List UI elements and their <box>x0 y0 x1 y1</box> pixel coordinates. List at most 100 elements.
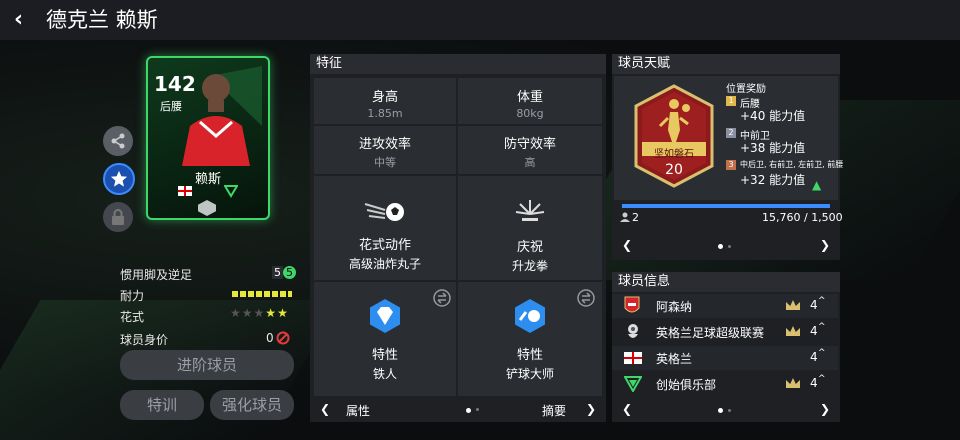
star-icon: ★ <box>277 306 289 320</box>
crown-icon <box>786 378 800 388</box>
weight-value: 80kg <box>516 107 544 120</box>
back-arrow-icon[interactable]: ‹ <box>14 8 34 32</box>
list-item[interactable]: 英格兰 4 ^ <box>612 346 838 370</box>
weak-foot-label: 惯用脚及逆足 <box>120 268 193 282</box>
traits-next-arrow[interactable]: ❯ <box>586 402 596 416</box>
talent-progress-track <box>622 204 830 208</box>
page-dot <box>718 244 723 249</box>
list-item[interactable]: 阿森纳 4 ^ <box>612 294 838 318</box>
talent-next-arrow[interactable]: ❯ <box>820 238 830 252</box>
trait-2-cell[interactable]: 特性 铲球大师 <box>458 282 602 396</box>
talent-badge-level: 20 <box>665 162 683 178</box>
lock-icon[interactable] <box>103 202 133 232</box>
info-prev-arrow[interactable]: ❮ <box>622 402 632 416</box>
trait-1-cell[interactable]: 特性 铁人 <box>314 282 456 396</box>
skill-move-label: 花式动作 <box>358 238 411 253</box>
talent-progress-text: 15,760 / 1,500 <box>762 211 843 224</box>
height-label: 身高 <box>371 90 398 105</box>
star-icon: ★ <box>230 306 242 320</box>
talent-badge-name: 坚如磐石 <box>654 149 694 160</box>
strengthen-player-button[interactable]: 强化球员 <box>210 390 294 420</box>
england-flag-icon <box>624 352 642 364</box>
stamina-bar <box>232 291 292 297</box>
traits-header: 特征 <box>310 54 606 74</box>
trait-1-label: 特性 <box>371 348 398 363</box>
card-tier-icon <box>198 200 216 216</box>
star-icon: ★ <box>265 306 278 320</box>
card-player-name: 赖斯 <box>194 172 221 187</box>
info-next-arrow[interactable]: ❯ <box>820 402 830 416</box>
talent-header: 球员天赋 <box>612 54 840 74</box>
traits-footer-left[interactable]: 属性 <box>346 402 370 419</box>
user-icon <box>620 212 630 222</box>
club-badge-icon <box>224 185 238 198</box>
train-button[interactable]: 特训 <box>120 390 204 420</box>
card-position: 后腰 <box>160 100 182 113</box>
trait-2-label: 特性 <box>516 348 543 363</box>
info-text: 创始俱乐部 <box>656 378 717 392</box>
info-num: 4 <box>810 350 818 364</box>
celebration-cell[interactable]: 庆祝 升龙拳 <box>458 176 602 280</box>
page-dot <box>728 409 731 412</box>
attack-rate-cell: 进攻效率 中等 <box>314 126 456 174</box>
height-value: 1.85m <box>367 107 403 120</box>
traits-prev-arrow[interactable]: ❮ <box>320 402 330 416</box>
info-num: 4 <box>810 324 818 338</box>
list-item[interactable]: 创始俱乐部 4 ^ <box>612 372 838 396</box>
page-dot <box>718 408 723 413</box>
bonus-value: +38 能力值 <box>740 141 806 155</box>
skill-move-cell[interactable]: 花式动作 高级油炸丸子 <box>314 176 456 280</box>
defense-rate-label: 防守效率 <box>503 137 556 152</box>
arsenal-crest-icon <box>624 296 640 313</box>
info-text: 阿森纳 <box>656 300 693 314</box>
football-kick-icon <box>364 203 404 221</box>
defense-rate-cell: 防守效率 高 <box>458 126 602 174</box>
skill-stars: ★★★★★ <box>230 306 289 320</box>
chevron-up-icon: ^ <box>818 374 826 384</box>
defense-rate-value: 高 <box>524 156 536 169</box>
attack-rate-value: 中等 <box>374 156 396 169</box>
player-card[interactable]: 142 后腰 赖斯 <box>146 56 270 220</box>
player-info-header: 球员信息 <box>612 272 840 292</box>
star-icon: ★ <box>253 306 266 320</box>
skill-move-value: 高级油炸丸子 <box>348 257 421 271</box>
card-rating: 142 <box>154 72 196 96</box>
page-title: 德克兰 赖斯 <box>46 8 158 32</box>
trait-2-value: 铲球大师 <box>505 367 554 381</box>
swap-icon[interactable] <box>432 288 452 308</box>
attack-rate-label: 进攻效率 <box>358 137 411 152</box>
weak-foot-value-2: 5 <box>283 266 296 279</box>
crown-icon <box>786 300 800 310</box>
upgrade-chevron-icon: ▲ <box>812 178 822 192</box>
star-icon: ★ <box>241 306 254 320</box>
chevron-up-icon: ^ <box>818 348 826 358</box>
premier-league-icon <box>628 324 638 338</box>
tackle-trait-icon <box>515 299 545 333</box>
page-dot <box>476 408 479 411</box>
swap-icon[interactable] <box>576 288 596 308</box>
star-icon[interactable] <box>103 163 135 195</box>
share-icon[interactable] <box>103 126 133 156</box>
england-flag-icon <box>178 186 192 196</box>
bonus-value: +40 能力值 <box>740 109 806 123</box>
talent-prev-arrow[interactable]: ❮ <box>622 238 632 252</box>
info-text: 英格兰 <box>656 352 693 366</box>
player-value: 0 <box>266 331 274 345</box>
advance-player-button[interactable]: 进阶球员 <box>120 350 294 380</box>
celebration-label: 庆祝 <box>516 240 543 255</box>
trait-1-value: 铁人 <box>372 367 397 381</box>
talent-progress-fill <box>622 204 830 208</box>
crown-icon <box>786 326 800 336</box>
weak-foot-value: 5 <box>272 266 283 279</box>
bonus-rank-badge: 1 <box>726 96 736 106</box>
diamond-trait-icon <box>370 299 400 333</box>
chevron-up-icon: ^ <box>818 296 826 306</box>
page-dot <box>728 245 731 248</box>
bonus-rank-badge: 3 <box>726 160 736 170</box>
traits-footer-right[interactable]: 摘要 <box>542 402 566 419</box>
founder-club-icon <box>624 376 642 392</box>
list-item[interactable]: 英格兰足球超级联赛 4 ^ <box>612 320 838 344</box>
value-label: 球员身价 <box>120 333 169 347</box>
bonus-rank-badge: 2 <box>726 128 736 138</box>
page-dot <box>466 408 471 413</box>
